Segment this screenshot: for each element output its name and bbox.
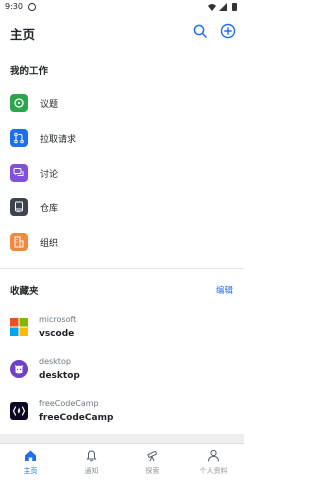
- search-icon[interactable]: [192, 23, 208, 39]
- status-bar: 9:30: [0, 0, 244, 14]
- discussion-icon: [10, 164, 28, 182]
- freecodecamp-logo-icon: [10, 402, 28, 420]
- status-notification-icon: [28, 3, 36, 11]
- work-item-discussions[interactable]: 讨论: [0, 156, 244, 190]
- work-item-issues[interactable]: 议题: [0, 86, 244, 120]
- work-item-label: 拉取请求: [40, 135, 77, 145]
- section-divider: [0, 268, 244, 269]
- nav-tab-home[interactable]: 主页: [0, 444, 61, 480]
- person-icon: [208, 449, 219, 462]
- my-work-title: 我的工作: [10, 66, 49, 77]
- work-item-organizations[interactable]: 组织: [0, 225, 244, 259]
- favorite-owner: microsoft: [39, 315, 77, 324]
- page-title: 主页: [10, 27, 36, 42]
- nav-tab-profile[interactable]: 个人资料: [183, 444, 244, 480]
- microsoft-logo-icon: [10, 318, 28, 336]
- repository-icon: [10, 198, 28, 216]
- work-item-label: 议题: [40, 100, 59, 110]
- github-logo-icon: [10, 360, 28, 378]
- nav-tab-explore[interactable]: 探索: [122, 444, 183, 480]
- favorite-owner: freeCodeCamp: [39, 399, 99, 408]
- favorite-name: vscode: [39, 329, 75, 339]
- issue-icon: [10, 94, 28, 112]
- edit-favorites-button[interactable]: 编辑: [216, 284, 233, 296]
- content-bottom-shade: [0, 434, 244, 443]
- favorite-name: freeCodeCamp: [39, 413, 114, 423]
- work-item-pull-requests[interactable]: 拉取请求: [0, 121, 244, 155]
- app-header: 主页: [0, 14, 244, 50]
- favorite-repo-freecodecamp[interactable]: freeCodeCamp freeCodeCamp: [0, 392, 244, 432]
- home-icon: [25, 450, 36, 461]
- nav-label: 个人资料: [199, 467, 228, 475]
- favorite-name: desktop: [39, 371, 80, 381]
- organization-icon: [10, 233, 28, 251]
- telescope-icon: [147, 451, 157, 462]
- status-time: 9:30: [5, 2, 23, 11]
- bell-icon: [86, 450, 97, 462]
- add-icon[interactable]: [220, 23, 236, 39]
- bottom-navigation: 主页 通知 探索 个人资料: [0, 443, 244, 480]
- pull-request-icon: [10, 129, 28, 147]
- nav-label: 探索: [145, 467, 160, 475]
- status-indicators-icon: [208, 3, 237, 11]
- work-item-label: 仓库: [40, 204, 59, 214]
- work-item-label: 组织: [40, 239, 59, 249]
- favorites-title: 收藏夹: [10, 286, 39, 297]
- work-item-label: 讨论: [40, 170, 59, 180]
- nav-label: 主页: [23, 467, 38, 475]
- favorite-owner: desktop: [39, 357, 71, 366]
- nav-tab-notifications[interactable]: 通知: [61, 444, 122, 480]
- favorite-repo-vscode[interactable]: microsoft vscode: [0, 308, 244, 348]
- nav-label: 通知: [84, 467, 99, 475]
- favorite-repo-desktop[interactable]: desktop desktop: [0, 350, 244, 390]
- work-item-repositories[interactable]: 仓库: [0, 190, 244, 224]
